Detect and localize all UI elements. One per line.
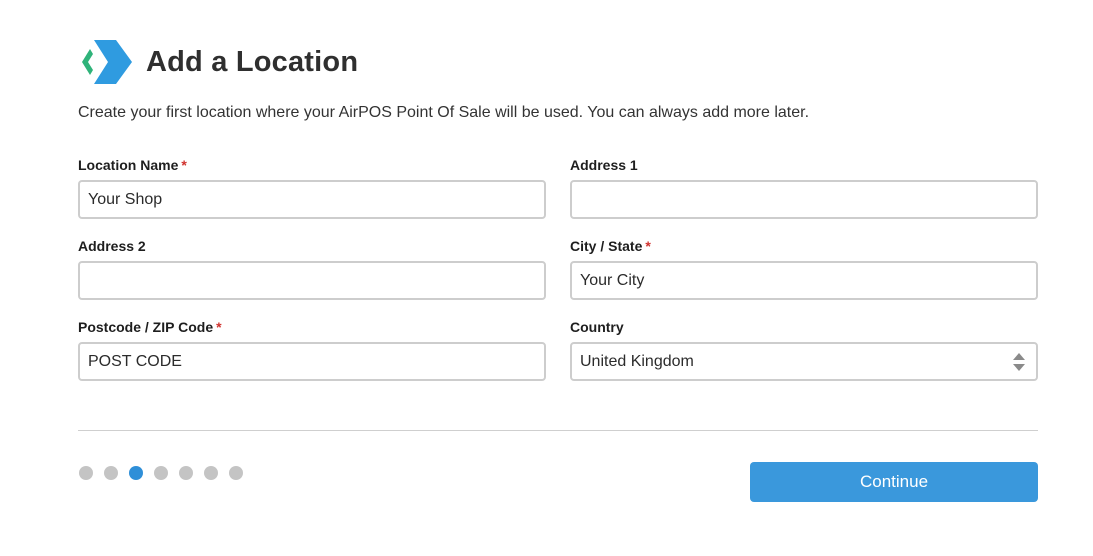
- progress-dot-3[interactable]: [129, 466, 143, 480]
- progress-dot-1[interactable]: [79, 466, 93, 480]
- progress-dot-6[interactable]: [204, 466, 218, 480]
- location-name-input[interactable]: [78, 180, 546, 219]
- country-label: Country: [570, 319, 624, 335]
- country-selected-value: United Kingdom: [580, 352, 694, 370]
- airpos-chevron-logo-icon: [82, 40, 132, 84]
- postcode-group: Postcode / ZIP Code *: [78, 318, 546, 381]
- location-name-group: Location Name *: [78, 156, 546, 219]
- postcode-input[interactable]: [78, 342, 546, 381]
- address2-label: Address 2: [78, 238, 146, 254]
- city-state-input[interactable]: [570, 261, 1038, 300]
- location-name-label: Location Name *: [78, 157, 187, 173]
- address1-group: Address 1: [570, 156, 1038, 219]
- required-mark: *: [645, 238, 651, 254]
- city-state-group: City / State *: [570, 237, 1038, 300]
- page-header: Add a Location: [80, 36, 358, 88]
- progress-dot-4[interactable]: [154, 466, 168, 480]
- required-mark: *: [181, 157, 187, 173]
- intro-text: Create your first location where your Ai…: [78, 104, 810, 121]
- add-location-page: Add a Location Create your first locatio…: [0, 0, 1093, 556]
- country-group: Country United Kingdom: [570, 318, 1038, 381]
- address2-group: Address 2: [78, 237, 546, 300]
- select-up-down-arrows-icon: [1013, 353, 1025, 371]
- section-divider: [78, 430, 1038, 431]
- page-title: Add a Location: [146, 45, 359, 78]
- progress-dot-2[interactable]: [104, 466, 118, 480]
- city-state-label: City / State *: [570, 238, 651, 254]
- progress-dot-5[interactable]: [179, 466, 193, 480]
- address1-input[interactable]: [570, 180, 1038, 219]
- address2-input[interactable]: [78, 261, 546, 300]
- continue-button[interactable]: Continue: [750, 462, 1038, 502]
- address1-label: Address 1: [570, 157, 638, 173]
- progress-dots: [79, 466, 254, 480]
- progress-dot-7[interactable]: [229, 466, 243, 480]
- required-mark: *: [216, 319, 222, 335]
- country-select[interactable]: United Kingdom: [570, 342, 1038, 381]
- postcode-label: Postcode / ZIP Code *: [78, 319, 222, 335]
